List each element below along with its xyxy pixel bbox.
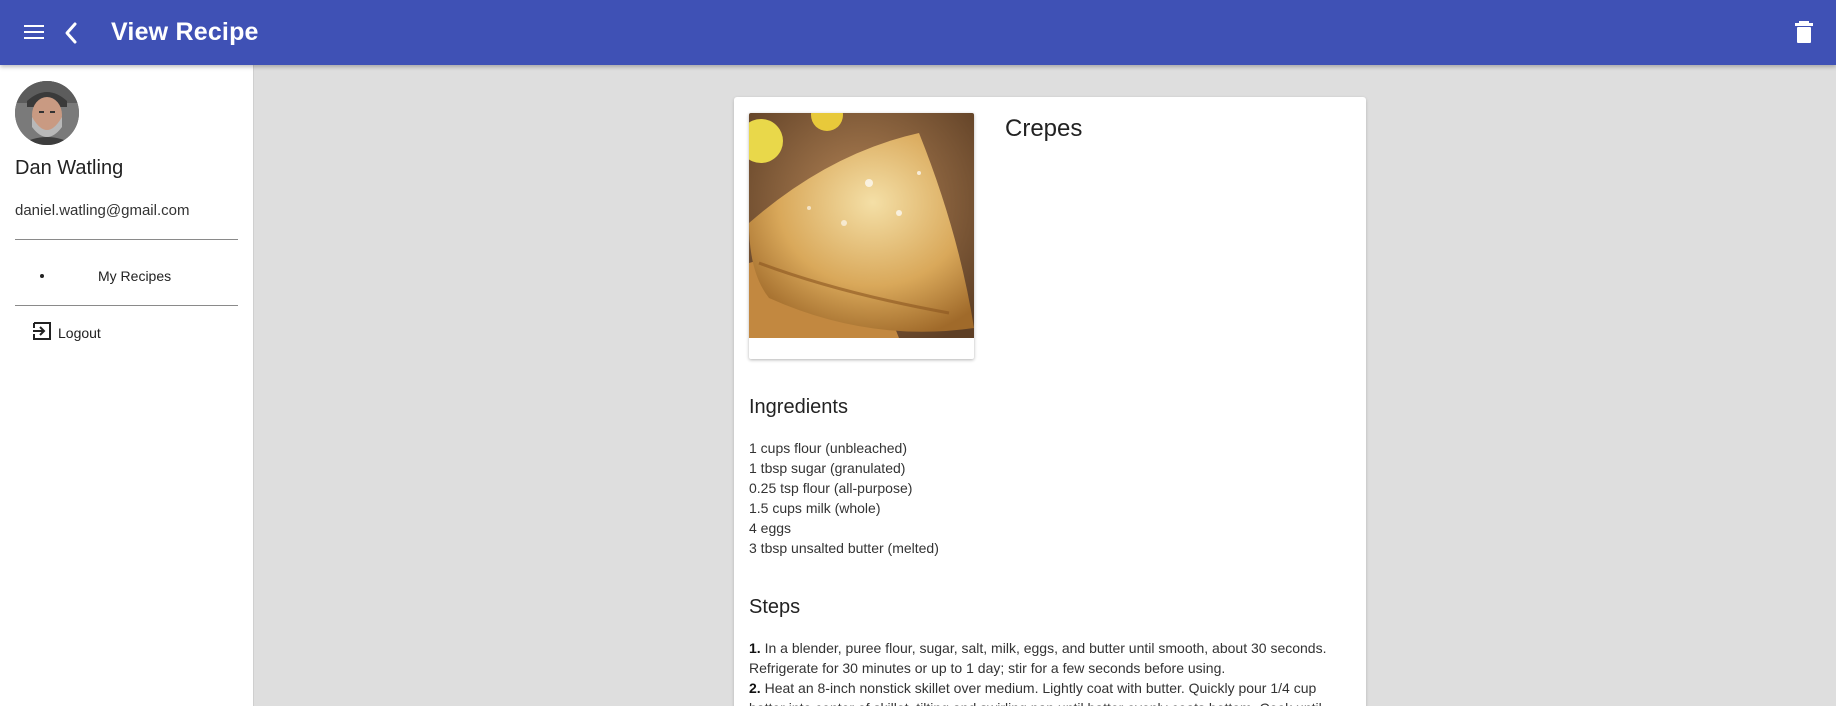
divider (15, 305, 238, 306)
ingredient-item: 0.25 tsp flour (all-purpose) (749, 480, 913, 496)
ingredient-item: 1 tbsp sugar (granulated) (749, 460, 906, 476)
ingredients-list: 1 cups flour (unbleached) 1 tbsp sugar (… (749, 438, 939, 558)
steps-list: 1. In a blender, puree flour, sugar, sal… (749, 638, 1349, 706)
steps-heading: Steps (749, 596, 801, 618)
step-item: 2. Heat an 8-inch nonstick skillet over … (749, 678, 1349, 706)
arrow-back-icon[interactable] (60, 18, 84, 48)
ingredient-item: 1 cups flour (unbleached) (749, 440, 907, 456)
step-number: 2. (749, 680, 761, 696)
ingredients-heading: Ingredients (749, 396, 848, 418)
sidebar-item-my-recipes[interactable]: My Recipes (0, 262, 254, 292)
logout-button[interactable]: Logout (32, 321, 101, 345)
user-email: daniel.watling@gmail.com (15, 202, 190, 219)
ingredient-item: 4 eggs (749, 520, 792, 536)
menu-icon[interactable] (24, 21, 46, 45)
ingredient-item: 3 tbsp unsalted butter (melted) (749, 540, 939, 556)
sidebar: Dan Watling daniel.watling@gmail.com My … (0, 65, 254, 706)
app-bar: View Recipe (0, 0, 1836, 65)
step-text: In a blender, puree flour, sugar, salt, … (749, 640, 1327, 676)
user-name: Dan Watling (15, 157, 124, 179)
ingredient-item: 1.5 cups milk (whole) (749, 500, 881, 516)
step-text: Heat an 8-inch nonstick skillet over med… (749, 680, 1322, 706)
recipe-photo (749, 113, 974, 359)
recipe-title: Crepes (1005, 115, 1083, 142)
trash-icon[interactable] (1794, 20, 1814, 44)
step-item: 1. In a blender, puree flour, sugar, sal… (749, 638, 1349, 678)
bullet-icon (40, 274, 44, 278)
step-number: 1. (749, 640, 761, 656)
divider (15, 239, 238, 240)
logout-icon (32, 321, 52, 346)
page-title: View Recipe (111, 18, 259, 46)
recipe-card: Crepes Ingredients 1 cups flour (unbleac… (734, 97, 1366, 706)
avatar (15, 81, 79, 145)
logout-label: Logout (58, 325, 101, 341)
sidebar-item-label: My Recipes (98, 268, 172, 284)
